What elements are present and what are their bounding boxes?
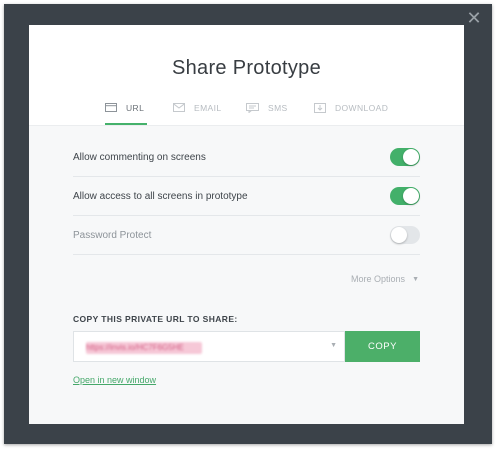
tab-email-label: EMAIL — [194, 102, 222, 113]
chevron-down-icon[interactable]: ▼ — [330, 342, 337, 349]
toggle-knob — [391, 227, 407, 243]
share-prototype-modal: Share Prototype URL EMAIL SMS DOWNLOAD A… — [29, 25, 464, 424]
option-label: Allow commenting on screens — [73, 151, 206, 163]
share-tabs: URL EMAIL SMS DOWNLOAD — [101, 92, 401, 125]
option-row-password: Password Protect — [73, 216, 420, 255]
modal-title: Share Prototype — [171, 57, 322, 79]
option-row-commenting: Allow commenting on screens — [73, 138, 420, 177]
tab-sms[interactable]: SMS — [246, 92, 288, 123]
tab-email[interactable]: EMAIL — [173, 92, 222, 123]
option-row-all-screens: Allow access to all screens in prototype — [73, 177, 420, 216]
all-screens-toggle[interactable] — [390, 187, 420, 205]
toggle-knob — [403, 149, 419, 165]
option-label: Password Protect — [73, 229, 152, 241]
tab-download[interactable]: DOWNLOAD — [314, 92, 388, 123]
commenting-toggle[interactable] — [390, 148, 420, 166]
tab-download-label: DOWNLOAD — [335, 102, 389, 113]
toggle-knob — [403, 188, 419, 204]
open-in-new-window-link[interactable]: Open in new window — [73, 375, 156, 385]
option-label: Allow access to all screens in prototype — [73, 190, 248, 202]
tab-url[interactable]: URL — [105, 92, 147, 125]
close-icon[interactable]: ✕ — [466, 9, 482, 27]
chevron-down-icon: ▼ — [412, 275, 419, 283]
copy-button[interactable]: COPY — [345, 331, 420, 362]
modal-body: Allow commenting on screens Allow access… — [29, 125, 464, 424]
tab-url-label: URL — [126, 102, 145, 113]
more-options-label: More Options — [351, 274, 406, 284]
share-url-field[interactable]: https://invis.io/HC7F6G5HE ▼ — [73, 331, 345, 362]
modal-header: Share Prototype URL EMAIL SMS DOWNLOAD — [29, 25, 464, 125]
share-url-value: https://invis.io/HC7F6G5HE — [86, 342, 202, 354]
share-url-label: COPY THIS PRIVATE URL TO SHARE: — [73, 314, 238, 324]
more-options-link[interactable]: More Options ▼ — [351, 274, 419, 284]
envelope-icon — [173, 103, 185, 112]
tab-sms-label: SMS — [268, 102, 288, 113]
password-protect-toggle[interactable] — [390, 226, 420, 244]
browser-window-icon — [105, 103, 117, 112]
chat-bubble-icon — [246, 102, 259, 113]
download-icon — [314, 102, 326, 113]
